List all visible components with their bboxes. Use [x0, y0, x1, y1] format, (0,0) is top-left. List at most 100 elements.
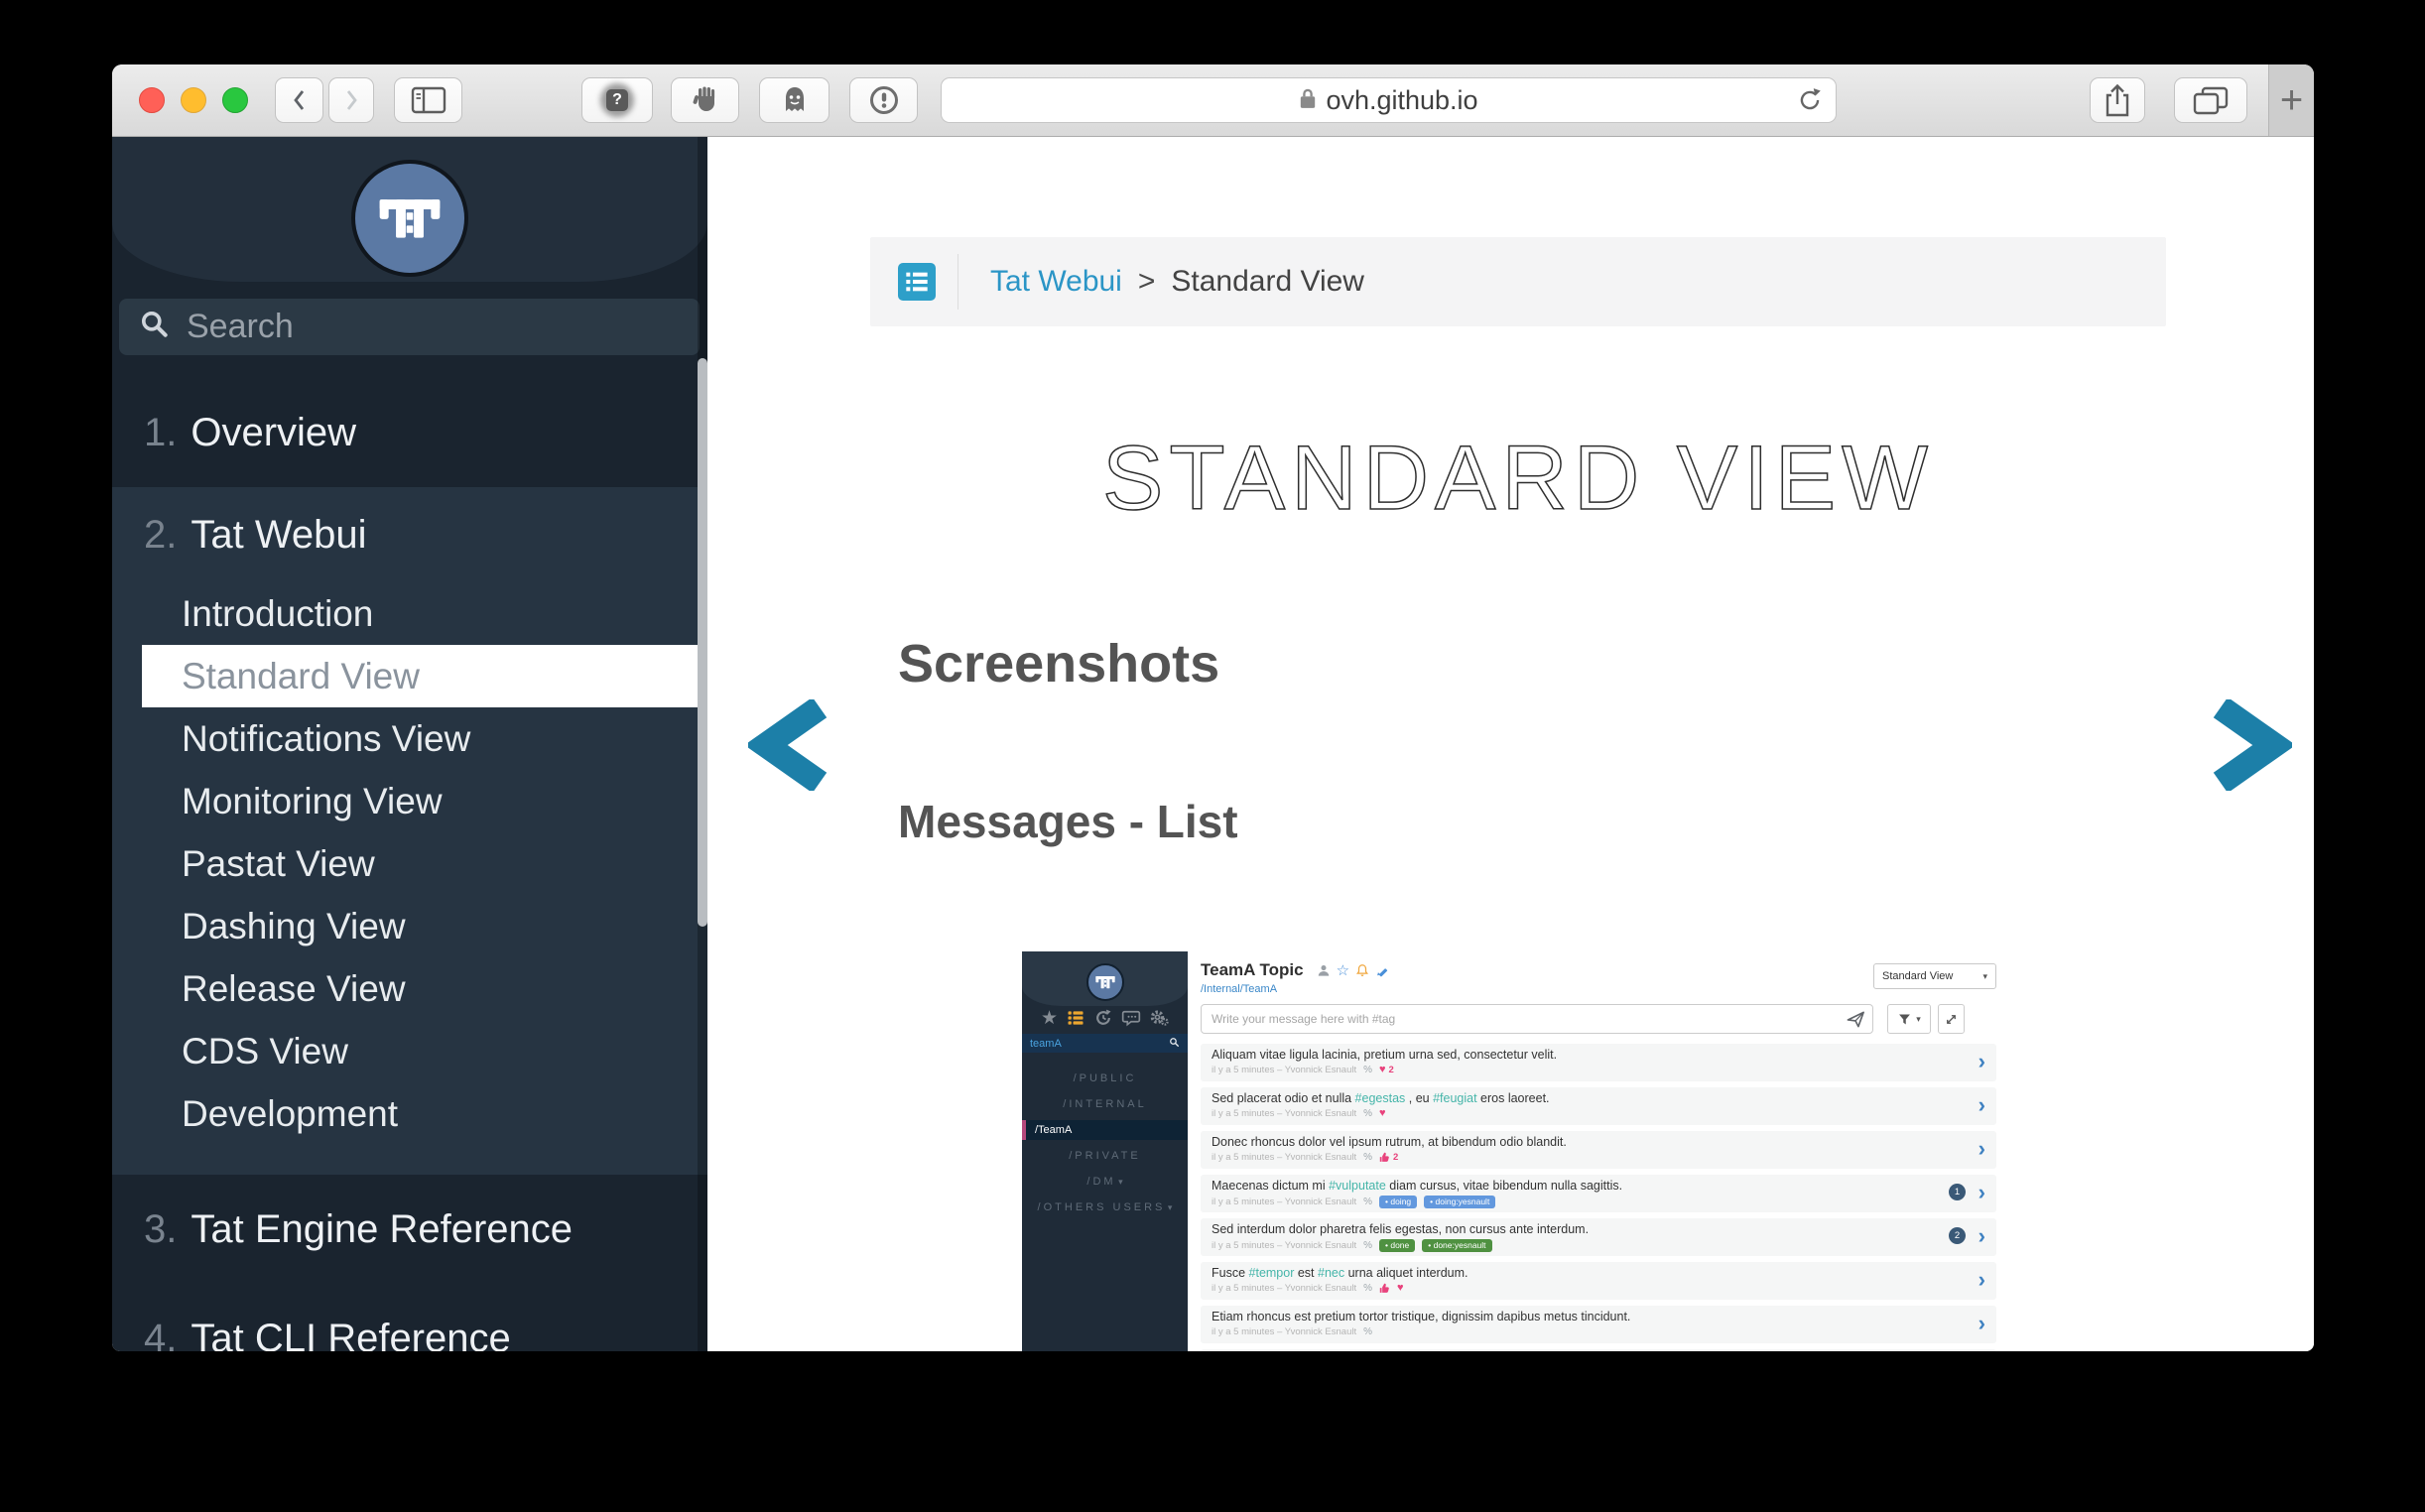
nav-section-tat-webui: 2.Tat WebuiIntroductionStandard ViewNoti…: [112, 487, 707, 1175]
close-window-button[interactable]: [139, 87, 165, 113]
browser-toolbar: ? ovh.github.io +: [112, 64, 2314, 137]
nav-number: 3.: [144, 1207, 177, 1252]
sidebar-item-introduction[interactable]: Introduction: [112, 582, 707, 645]
chevron-right-icon: ›: [1978, 1094, 1985, 1116]
app-filter-button: ▾: [1887, 1004, 1931, 1034]
sidebar-item-notifications-view[interactable]: Notifications View: [112, 707, 707, 770]
sidebar-item-tat-webui[interactable]: 2.Tat Webui: [112, 487, 707, 582]
extension-button-2[interactable]: [671, 77, 739, 123]
browser-window: ? ovh.github.io +: [112, 64, 2314, 1351]
app-message-meta: il y a 5 minutes – Yvonnick Esnault%• do…: [1212, 1239, 1957, 1252]
chevron-right-icon: ›: [1978, 1182, 1985, 1203]
bell-icon: [1355, 963, 1369, 977]
docs-nav: 1.Overview2.Tat WebuiIntroductionStandar…: [112, 378, 707, 1351]
thumbs-up-icon: [1379, 1283, 1390, 1294]
app-message-list: Aliquam vitae ligula lacinia, pretium ur…: [1201, 1044, 1996, 1351]
extension-button-4[interactable]: [849, 77, 918, 123]
next-page-arrow[interactable]: [2208, 699, 2292, 791]
new-tab-button[interactable]: +: [2268, 64, 2314, 136]
previous-page-arrow[interactable]: [748, 699, 832, 791]
app-message-text: Aliquam vitae ligula lacinia, pretium ur…: [1212, 1048, 1957, 1062]
thumbs-up-icon: [1379, 1152, 1390, 1163]
sidebar-toggle-button[interactable]: [394, 77, 462, 123]
nav-number: 4.: [144, 1317, 177, 1352]
link-icon: %: [1363, 1065, 1372, 1075]
sidebar-item-dashing-view[interactable]: Dashing View: [112, 895, 707, 957]
sidebar-item-label: Tat Engine Reference: [191, 1207, 573, 1252]
app-search-icon: [1169, 1037, 1180, 1051]
sidebar-item-tat-engine-reference[interactable]: 3. Tat Engine Reference: [112, 1175, 707, 1284]
back-button[interactable]: [275, 77, 323, 123]
breadcrumb-section-link[interactable]: Tat Webui: [990, 265, 1122, 299]
address-bar[interactable]: ovh.github.io: [941, 77, 1837, 123]
app-message-meta: il y a 5 minutes – Yvonnick Esnault%: [1212, 1326, 1957, 1337]
app-screenshot-image[interactable]: ★ teamA /PUBLIC/INTERNAL/: [1022, 951, 1999, 1351]
app-message-row: Donec rhoncus dolor vel ipsum rutrum, at…: [1201, 1131, 1996, 1169]
one-password-icon: [868, 84, 900, 116]
app-channel-internal: /INTERNAL: [1022, 1091, 1188, 1117]
app-channel-private: /PRIVATE: [1022, 1143, 1188, 1169]
search-input[interactable]: [185, 307, 680, 347]
extension-button-1[interactable]: ?: [581, 77, 653, 123]
app-topic-search: teamA: [1022, 1034, 1188, 1053]
minimize-window-button[interactable]: [181, 87, 206, 113]
sidebar-item-pastat-view[interactable]: Pastat View: [112, 832, 707, 895]
breadcrumb-separator: >: [1138, 265, 1156, 299]
tat-logo: [351, 160, 468, 277]
share-icon: [2103, 82, 2132, 118]
docs-sidebar: 1.Overview2.Tat WebuiIntroductionStandar…: [112, 137, 707, 1351]
breadcrumb-divider: [957, 254, 958, 310]
sidebar-item-development[interactable]: Development: [112, 1082, 707, 1145]
favorites-star-icon: ★: [1041, 1009, 1058, 1028]
sidebar-item-label: Tat CLI Reference: [191, 1317, 510, 1352]
back-icon: [288, 85, 312, 115]
sidebar-item-release-view[interactable]: Release View: [112, 957, 707, 1020]
reload-button[interactable]: [1796, 86, 1824, 119]
sidebar-item-cds-view[interactable]: CDS View: [112, 1020, 707, 1082]
reply-counter-badge: 2: [1949, 1227, 1966, 1244]
sidebar-item-overview[interactable]: 1.Overview: [112, 378, 707, 487]
message-label-badge: • done:yesnault: [1422, 1239, 1491, 1252]
app-message-meta: il y a 5 minutes – Yvonnick Esnault%♥: [1212, 1283, 1957, 1294]
screenshot-canvas: ? ovh.github.io +: [0, 0, 2425, 1512]
sidebar-item-monitoring-view[interactable]: Monitoring View: [112, 770, 707, 832]
sidebar-item-tat-cli-reference[interactable]: 4. Tat CLI Reference: [112, 1284, 707, 1351]
app-expand-button: [1938, 1004, 1965, 1034]
doc-main: Tat Webui > Standard View STANDARD VIEW …: [707, 137, 2314, 1351]
screenshots-heading: Screenshots: [898, 633, 1219, 694]
pencil-icon: [1375, 963, 1389, 977]
nav-number: 2.: [144, 513, 177, 558]
search-box[interactable]: [119, 299, 700, 355]
expand-icon: [1944, 1012, 1959, 1027]
forward-button[interactable]: [328, 77, 374, 123]
svg-text:STANDARD VIEW: STANDARD VIEW: [1102, 428, 1934, 529]
forward-icon: [339, 85, 363, 115]
link-icon: %: [1363, 1240, 1372, 1251]
messages-list-heading: Messages - List: [898, 795, 1238, 848]
app-message-row: Suspendisse non dolor ultricies, laoreet…: [1201, 1349, 1996, 1351]
sidebar-scrollbar-thumb[interactable]: [698, 358, 707, 927]
app-message-row: Sed placerat odio et nulla #egestas , eu…: [1201, 1087, 1996, 1125]
chevron-right-icon: ›: [1978, 1313, 1985, 1334]
caret-down-icon: ▾: [1165, 1202, 1172, 1212]
app-search-value: teamA: [1030, 1038, 1169, 1050]
ghost-icon: [779, 84, 811, 116]
message-label-badge: • doing:yesnault: [1424, 1196, 1495, 1208]
app-channel-list: /PUBLIC/INTERNAL/TeamA/PRIVATE/DM ▾/OTHE…: [1022, 1066, 1188, 1220]
app-message-meta: il y a 5 minutes – Yvonnick Esnault%♥: [1212, 1108, 1957, 1119]
app-view-selector: Standard View ▾: [1873, 963, 1996, 989]
zoom-window-button[interactable]: [222, 87, 248, 113]
tab-overview-button[interactable]: [2174, 77, 2247, 123]
chevron-right-icon: ›: [1978, 1225, 1985, 1247]
chevron-right-icon: ›: [1978, 1269, 1985, 1291]
search-icon: [139, 309, 171, 345]
app-topic-title: TeamA Topic: [1201, 960, 1304, 980]
sidebar-item-standard-view[interactable]: Standard View: [142, 645, 707, 707]
link-icon: %: [1363, 1108, 1372, 1119]
lock-icon: [1299, 86, 1317, 115]
extension-button-3[interactable]: [759, 77, 830, 123]
message-label-badge: • done: [1379, 1239, 1415, 1252]
share-button[interactable]: [2090, 77, 2145, 123]
app-message-text: Maecenas dictum mi #vulputate diam cursu…: [1212, 1179, 1957, 1193]
sidebar-item-label: Overview: [191, 411, 356, 455]
